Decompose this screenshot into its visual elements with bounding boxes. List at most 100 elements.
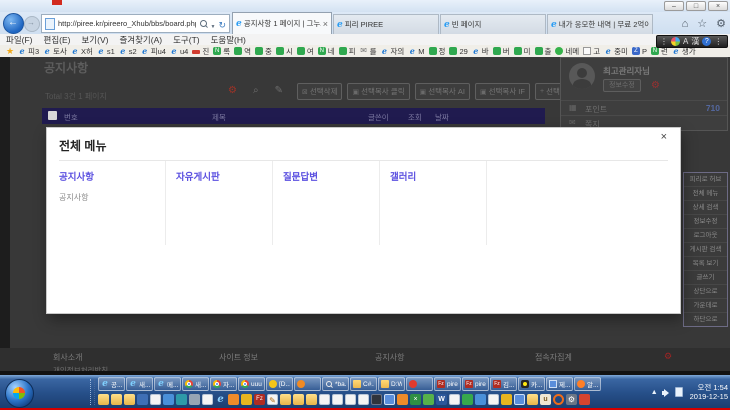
browser-tab[interactable]: e내가 응모한 내역 | 무료 2억이... [547, 14, 653, 34]
u-quick-icon[interactable]: u [540, 394, 551, 405]
greenx-quick-icon[interactable]: × [410, 394, 421, 405]
taskbar-button[interactable]: 카... [518, 377, 545, 391]
favorite-item[interactable]: e토사 [43, 46, 67, 57]
search-icon[interactable] [199, 19, 208, 28]
favorite-item[interactable]: 진 [192, 46, 209, 57]
quick-menu-item[interactable]: 하단으로 [684, 313, 727, 326]
dropdown-icon[interactable] [211, 15, 216, 33]
folder-quick-icon[interactable] [111, 394, 122, 405]
quick-menu-item[interactable]: 가운데로 [684, 299, 727, 313]
taskbar-button[interactable]: 알... [574, 377, 601, 391]
refresh-icon[interactable] [218, 15, 226, 33]
favorite-item[interactable]: ZP [632, 47, 647, 56]
doc-quick-icon[interactable] [150, 394, 161, 405]
taskbar-button[interactable]: Fzpire... [434, 377, 461, 391]
footer-link[interactable]: 사이트 정보 [219, 352, 258, 363]
favorite-item[interactable]: e중미 [604, 46, 628, 57]
favorite-item[interactable]: 29 [449, 47, 467, 56]
admin-button[interactable]: ▣선택복사 AI [415, 83, 470, 100]
doc-quick-icon[interactable] [488, 394, 499, 405]
browser-tab[interactable]: e빈 페이지 [440, 14, 546, 34]
taskbar-button[interactable]: e공... [98, 377, 125, 391]
folder-quick-icon[interactable] [124, 394, 135, 405]
pencil-quick-icon[interactable]: ✎ [267, 394, 278, 405]
english-mode-icon[interactable]: A [683, 36, 688, 47]
menu-column-title[interactable]: 자유게시판 [176, 169, 272, 183]
browser-tab[interactable]: e공지사항 1 페이지 | 그누보...× [232, 12, 332, 34]
taskbar-button[interactable]: C#... [350, 377, 377, 391]
favorite-item[interactable]: 여 [297, 46, 314, 57]
grip-icon[interactable]: ⋮ [660, 36, 668, 47]
taskbar-button[interactable]: e메... [154, 377, 181, 391]
start-button[interactable] [5, 379, 34, 408]
url-text[interactable]: http://piree.kr/pireero_Xhub/bbs/board.p… [58, 19, 196, 28]
folder-quick-icon[interactable] [306, 394, 317, 405]
edit-info-button[interactable]: 정보수정 [603, 79, 641, 92]
folder-quick-icon[interactable] [293, 394, 304, 405]
menu-column-title[interactable]: 공지사항 [59, 169, 165, 183]
quick-menu-item[interactable]: 상세 검색 [684, 201, 727, 215]
options-icon[interactable]: ⋮ [714, 36, 722, 47]
admin-gear-icon[interactable]: ⚙ [228, 85, 237, 96]
favorite-item[interactable]: 피 [339, 46, 356, 57]
forward-button[interactable] [24, 16, 40, 32]
profile-gear-icon[interactable]: ⚙ [651, 80, 660, 91]
admin-button[interactable]: ▣선택복사 IF [475, 83, 530, 100]
favorite-item[interactable]: e피3 [18, 46, 39, 57]
blue-quick-icon[interactable] [475, 394, 486, 405]
doc-quick-icon[interactable] [345, 394, 356, 405]
taskbar-button[interactable]: [D... [266, 377, 293, 391]
doc-quick-icon[interactable] [319, 394, 330, 405]
quick-menu-item[interactable]: 게시판 검색 [684, 243, 727, 257]
menubar-item[interactable]: 보기(V) [81, 34, 108, 46]
favorite-item[interactable]: es2 [119, 47, 137, 56]
word-quick-icon[interactable]: W [436, 394, 447, 405]
favorite-item[interactable]: N네 [318, 46, 335, 57]
menubar-item[interactable]: 도움말(H) [211, 34, 246, 46]
menubar-item[interactable]: 편집(E) [44, 34, 71, 46]
favorite-item[interactable]: 역 [234, 46, 251, 57]
quick-menu-item[interactable]: 피리로 허브 [684, 173, 727, 187]
footer-link[interactable]: 접속자집계 [535, 352, 572, 363]
maximize-button[interactable]: □ [686, 1, 706, 11]
home-icon[interactable] [682, 17, 689, 31]
browser-tab[interactable]: e피리 PIREE [333, 14, 439, 34]
gold-quick-icon[interactable] [501, 394, 512, 405]
footer-admin-icon[interactable]: ⚙ [664, 351, 672, 362]
favorite-item[interactable]: 출 [535, 46, 552, 57]
select-all-checkbox[interactable] [48, 111, 57, 120]
taskbar-button[interactable]: D:W... [378, 377, 405, 391]
minimize-button[interactable]: – [664, 1, 684, 11]
green-quick-icon[interactable] [462, 394, 473, 405]
favorite-item[interactable]: eu4 [170, 47, 188, 56]
e-quick-icon[interactable]: e [215, 394, 226, 405]
board-search-icon[interactable]: ⌕ [253, 85, 259, 96]
taskbar-button[interactable]: uuu... [238, 377, 265, 391]
back-button[interactable] [3, 13, 24, 34]
film-quick-icon[interactable] [371, 394, 382, 405]
menu-item-link[interactable]: 공지사항 [59, 192, 165, 203]
taskbar-button[interactable] [294, 377, 321, 391]
taskbar-button[interactable]: 제... [546, 377, 573, 391]
folder-open-quick-icon[interactable] [98, 394, 109, 405]
favorite-item[interactable]: e피u4 [141, 46, 166, 57]
orange-quick-icon[interactable] [397, 394, 408, 405]
favorite-item[interactable]: eX허 [71, 46, 93, 57]
quick-menu-item[interactable]: 정보수정 [684, 215, 727, 229]
favorite-item[interactable]: es1 [97, 47, 115, 56]
admin-button[interactable]: ⊠선택삭제 [297, 83, 342, 100]
ime-language-bar[interactable]: ⋮A漢?⋮ [656, 35, 728, 48]
close-button[interactable]: × [708, 1, 728, 11]
taskbar-button[interactable]: Fz김... [490, 377, 517, 391]
quick-menu-item[interactable]: 상단으로 [684, 285, 727, 299]
taskbar-button[interactable]: 새... [182, 377, 209, 391]
modal-close-icon[interactable]: × [655, 130, 673, 144]
menubar-item[interactable]: 도구(T) [173, 34, 200, 46]
profile-row[interactable]: ▦포인트710 [561, 100, 727, 115]
favorite-item[interactable]: 시 [276, 46, 293, 57]
help-icon[interactable]: ? [702, 37, 711, 46]
quick-menu-item[interactable]: 로그아웃 [684, 229, 727, 243]
blue-quick-icon[interactable] [163, 394, 174, 405]
favorite-item[interactable]: 버 [493, 46, 510, 57]
folder-quick-icon[interactable] [280, 394, 291, 405]
